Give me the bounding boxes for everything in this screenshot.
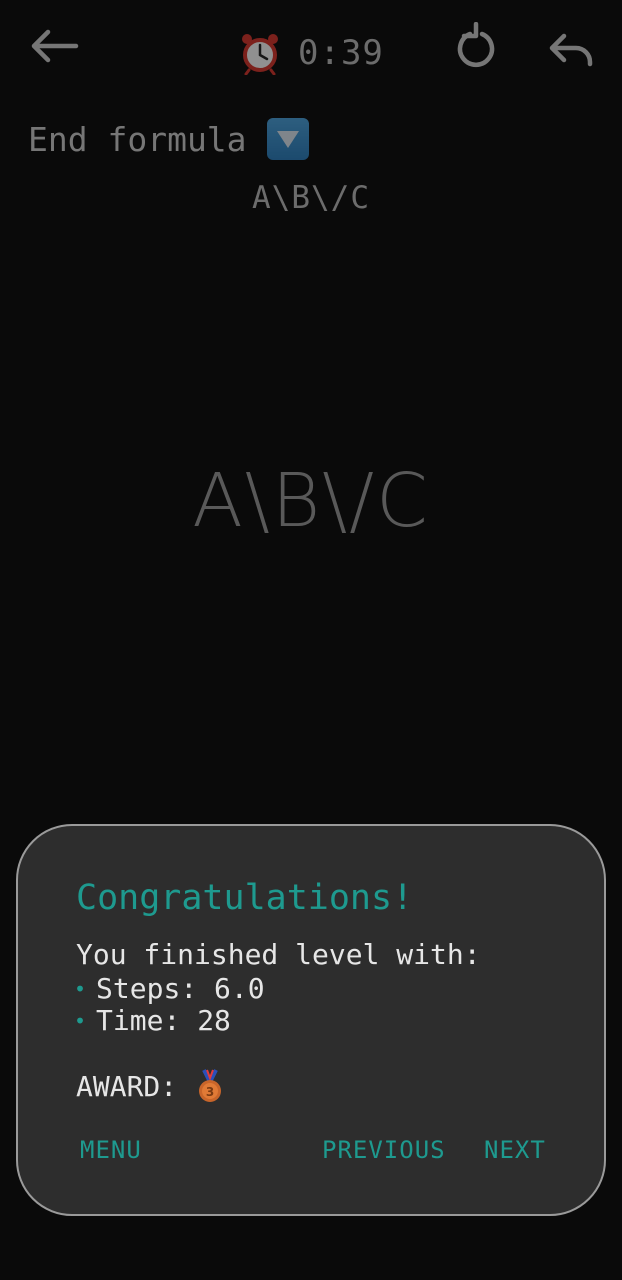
svg-text:3: 3 <box>206 1085 214 1099</box>
back-button[interactable] <box>26 26 80 66</box>
award-label: AWARD: <box>76 1069 178 1103</box>
target-formula: A\B\/C <box>252 180 370 216</box>
undo-button[interactable] <box>544 30 596 70</box>
award-row: AWARD: 3 <box>76 1068 225 1104</box>
time-stat: • Time: 28 <box>74 1004 231 1037</box>
time-value: Time: 28 <box>96 1004 231 1037</box>
menu-button[interactable]: MENU <box>80 1136 142 1164</box>
steps-stat: • Steps: 6.0 <box>74 972 265 1005</box>
current-formula: A\B\/C <box>192 458 430 544</box>
restart-button[interactable] <box>452 21 500 70</box>
end-formula-header[interactable]: End formula <box>28 118 309 160</box>
bullet-icon: • <box>74 1008 87 1033</box>
timer-value: 0:39 <box>298 33 384 73</box>
dialog-subtitle: You finished level with: <box>76 938 481 971</box>
undo-icon <box>549 33 593 67</box>
dialog-title: Congratulations! <box>76 878 414 918</box>
triangle-down-icon[interactable] <box>266 118 309 160</box>
next-button[interactable]: NEXT <box>484 1136 546 1164</box>
alarm-clock-icon <box>242 34 278 75</box>
steps-value: Steps: 6.0 <box>96 972 265 1005</box>
congratulations-dialog: Congratulations! You finished level with… <box>16 824 606 1216</box>
restart-icon <box>457 21 495 67</box>
arrow-left-icon <box>31 29 79 63</box>
bullet-icon: • <box>74 976 87 1001</box>
previous-button[interactable]: PREVIOUS <box>322 1136 446 1164</box>
top-bar: 0:39 <box>0 0 622 100</box>
end-formula-label: End formula <box>28 119 247 159</box>
timer: 0:39 <box>238 30 384 76</box>
bronze-medal-icon: 3 <box>199 1069 222 1102</box>
